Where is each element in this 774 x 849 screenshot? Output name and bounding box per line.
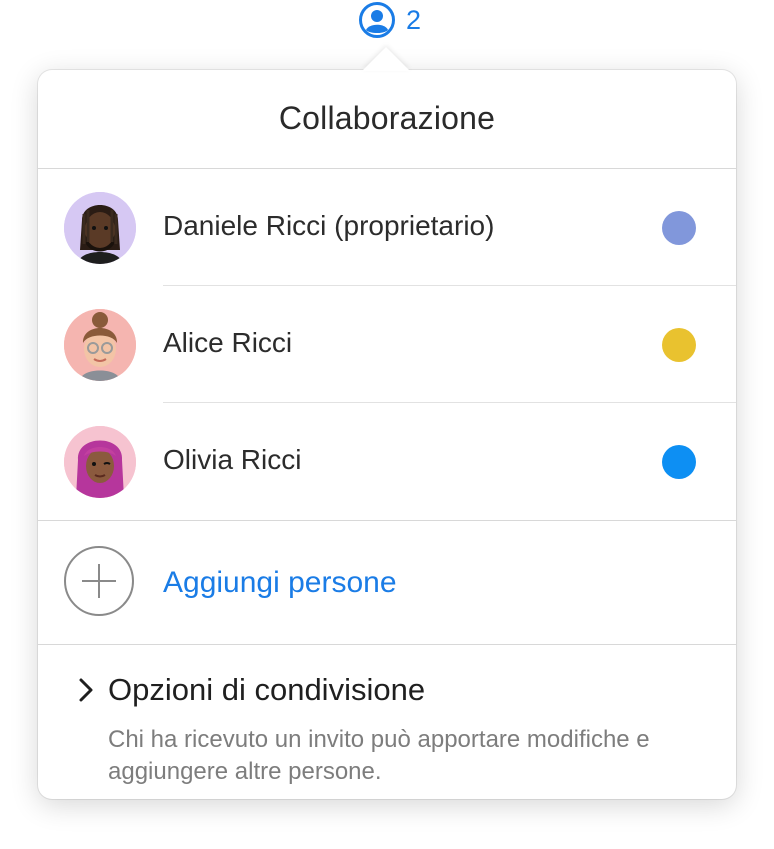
collaborate-button[interactable]: 2	[358, 0, 421, 40]
sharing-options-section: Opzioni di condivisione Chi ha ricevuto …	[38, 646, 736, 796]
collaboration-popover: Collaborazione Daniele Ricci (proprietar…	[38, 70, 736, 799]
chevron-right-icon	[79, 678, 93, 702]
person-circle-icon	[359, 2, 395, 38]
participant-row[interactable]: Alice Ricci	[38, 287, 736, 403]
add-people-row[interactable]: Aggiungi persone	[38, 522, 736, 644]
sharing-options-title: Opzioni di condivisione	[108, 672, 426, 707]
popover-title: Collaborazione	[278, 100, 496, 136]
participant-name: Alice Ricci	[163, 327, 293, 358]
divider	[163, 285, 736, 286]
participant-color-dot	[662, 445, 696, 479]
divider	[38, 168, 736, 169]
divider	[163, 402, 736, 403]
popover-arrow	[362, 47, 410, 71]
participant-color-dot	[662, 328, 696, 362]
participant-color-dot	[662, 211, 696, 245]
collaboration-screen: 2 Collaborazione Daniele Ricci (propriet…	[0, 0, 774, 849]
avatar	[64, 309, 136, 381]
divider	[38, 520, 736, 521]
participant-row[interactable]: Olivia Ricci	[38, 404, 736, 520]
plus-circle-icon	[64, 546, 134, 616]
participant-name: Daniele Ricci (proprietario)	[163, 210, 495, 241]
avatar	[64, 426, 136, 498]
avatar	[64, 192, 136, 264]
participant-row[interactable]: Daniele Ricci (proprietario)	[38, 170, 736, 286]
collaborator-count: 2	[406, 4, 422, 35]
add-people-label: Aggiungi persone	[163, 566, 397, 599]
sharing-options-toggle[interactable]: Opzioni di condivisione	[78, 672, 425, 708]
sharing-options-description: Chi ha ricevuto un invito può apportare …	[108, 726, 650, 785]
divider	[38, 644, 736, 645]
participant-name: Olivia Ricci	[163, 444, 302, 475]
